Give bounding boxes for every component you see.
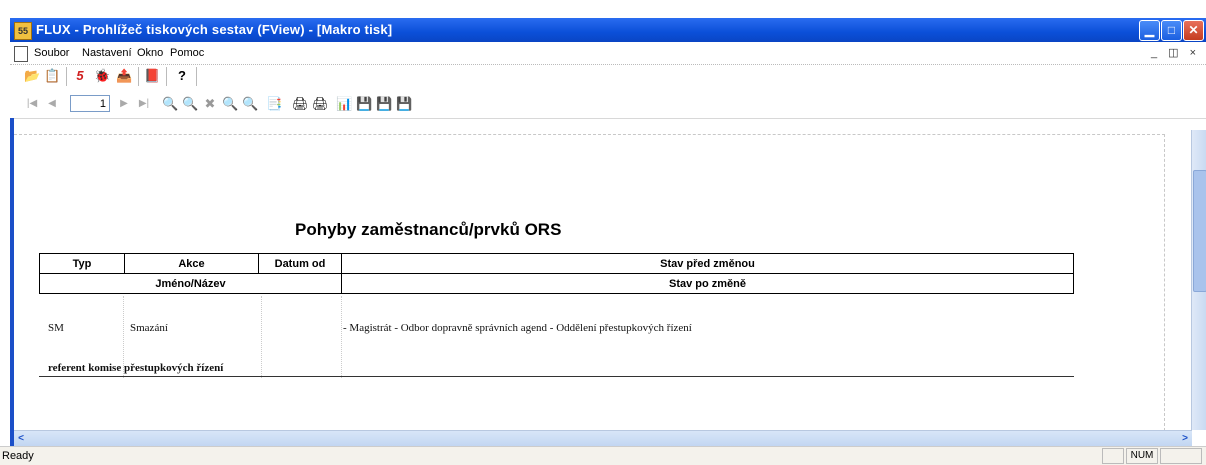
zoom-width-icon[interactable]: 🔍 [242, 96, 258, 112]
zoom-in-icon[interactable]: 🔍 [162, 96, 178, 112]
horizontal-scrollbar[interactable]: < > [14, 430, 1192, 446]
page-number-input[interactable]: 1 [70, 95, 110, 112]
macro-5-icon[interactable]: 5 [72, 68, 88, 84]
row-typ: SM [48, 322, 64, 334]
col-stav-pred: Stav před změnou [341, 253, 1074, 274]
row-stav-pred: - Magistrát - Odbor dopravně správních a… [343, 322, 692, 334]
help-icon[interactable]: ? [174, 68, 190, 84]
menu-soubor[interactable]: Soubor [34, 47, 69, 59]
report-title: Pohyby zaměstnanců/prvků ORS [295, 220, 562, 239]
close-button[interactable]: ✕ [1183, 20, 1204, 41]
prev-page-icon[interactable]: ◀ [44, 96, 60, 112]
scroll-right-arrow-icon[interactable]: > [1178, 431, 1192, 446]
toolbar-separator [66, 67, 67, 86]
title-bar: 55 FLUX - Prohlížeč tiskových sestav (FV… [10, 18, 1206, 42]
vertical-scrollbar[interactable] [1191, 130, 1206, 430]
book-icon[interactable]: 📕 [144, 68, 160, 84]
menu-bar: Soubor Nastavení Okno Pomoc _ ◫ × [10, 42, 1206, 65]
menu-pomoc[interactable]: Pomoc [170, 47, 204, 59]
first-page-icon[interactable]: |◀ [24, 96, 40, 112]
toolbar-separator [166, 67, 167, 86]
excel-export-icon[interactable]: 📊 [336, 96, 352, 112]
next-page-icon[interactable]: ▶ [116, 96, 132, 112]
col-datum-od: Datum od [258, 253, 342, 274]
zoom-page-icon[interactable]: 🔍 [222, 96, 238, 112]
row-divider [341, 296, 342, 378]
maximize-button[interactable]: □ [1161, 20, 1182, 41]
save-all-icon[interactable]: 💾 [396, 96, 412, 112]
zoom-cancel-icon[interactable]: ✖ [202, 96, 218, 112]
navigation-toolbar: |◀ ◀ 1 ▶ ▶| 🔍 🔍 ✖ 🔍 🔍 📑 🖨 🖨 📊 💾 💾 💾 [10, 92, 1206, 119]
col-typ: Typ [39, 253, 125, 274]
flux-app-icon: 55 [14, 22, 32, 40]
print-icon[interactable]: 🖨 [292, 96, 309, 112]
toolbar-separator [138, 67, 139, 86]
document-icon[interactable] [14, 46, 28, 62]
print-setup-icon[interactable]: 🖨 [312, 96, 329, 112]
save-icon[interactable]: 💾 [356, 96, 372, 112]
scroll-left-arrow-icon[interactable]: < [14, 431, 28, 446]
report-header-table: Typ Akce Datum od Stav před změnou Jméno… [39, 253, 1074, 294]
mdi-controls[interactable]: _ ◫ × [1151, 46, 1200, 59]
bug-icon[interactable]: 🐞 [94, 68, 110, 84]
col-stav-po: Stav po změně [341, 273, 1074, 294]
zoom-out-icon[interactable]: 🔍 [182, 96, 198, 112]
window-title: FLUX - Prohlížeč tiskových sestav (FView… [36, 22, 393, 37]
num-lock-indicator: NUM [1126, 448, 1158, 464]
last-page-icon[interactable]: ▶| [136, 96, 152, 112]
row-akce: Smazání [130, 322, 168, 334]
row-divider [261, 296, 262, 378]
minimize-button[interactable]: ▁ [1139, 20, 1160, 41]
col-jmeno: Jméno/Název [39, 273, 342, 294]
pages-icon[interactable]: 📑 [266, 96, 282, 112]
save-as-icon[interactable]: 💾 [376, 96, 392, 112]
menu-okno[interactable]: Okno [137, 47, 163, 59]
row-jmeno: referent komise přestupkových řízení [48, 362, 224, 374]
row-bottom-line [39, 376, 1074, 377]
export-icon[interactable]: 📤 [116, 68, 132, 84]
status-cell [1160, 448, 1202, 464]
open-folder-icon[interactable]: 📂 [24, 68, 40, 84]
toolbar-separator [196, 67, 197, 86]
status-cell [1102, 448, 1124, 464]
status-text: Ready [2, 450, 34, 462]
status-bar: Ready NUM [0, 446, 1206, 465]
menu-nastaveni[interactable]: Nastavení [82, 47, 132, 59]
properties-icon[interactable]: 📋 [44, 68, 60, 84]
col-akce: Akce [124, 253, 259, 274]
main-toolbar: 📂 📋 5 🐞 📤 📕 ? [10, 64, 1206, 90]
vertical-scroll-thumb[interactable] [1193, 170, 1206, 292]
